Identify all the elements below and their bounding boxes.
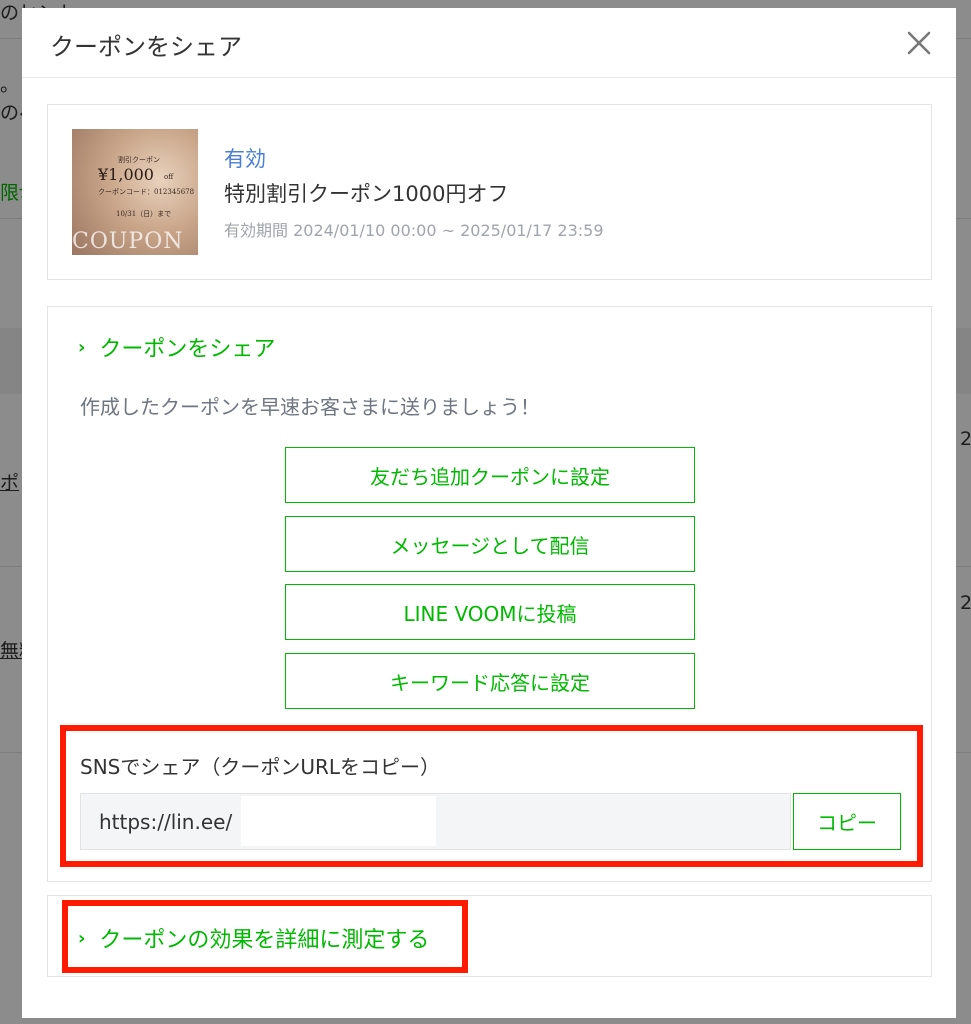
redacted-url-mask [241,796,436,846]
close-icon [907,31,931,55]
close-button[interactable] [900,24,938,62]
thumb-watermark: COUPON [72,229,184,254]
measure-effect-link[interactable]: › クーポンの効果を詳細に測定する [78,922,429,954]
post-voom-button[interactable]: LINE VOOMに投稿 [285,584,695,640]
measure-section: › クーポンの効果を詳細に測定する [47,895,932,977]
share-section-heading[interactable]: › クーポンをシェア [78,331,275,363]
measure-link-label: クーポンの効果を詳細に測定する [99,928,430,953]
keyword-response-button[interactable]: キーワード応答に設定 [285,653,695,709]
copy-button[interactable]: コピー [793,793,901,850]
chevron-right-icon: › [78,336,86,358]
chevron-right-icon: › [78,927,86,949]
share-coupon-modal: クーポンをシェア 割引クーポン ¥1,000 off クーポンコード：01234… [22,8,956,1018]
thumb-code: クーポンコード：012345678 [98,188,195,196]
thumb-until: 10/31（日）まで [116,210,172,218]
send-message-button[interactable]: メッセージとして配信 [285,516,695,572]
share-heading-label: クーポンをシェア [99,337,276,362]
thumb-label: 割引クーポン [118,156,160,164]
coupon-name: 特別割引クーポン1000円オフ [224,182,509,206]
share-description: 作成したクーポンを早速お客さまに送りましょう！ [80,395,540,419]
sns-share-label: SNSでシェア（クーポンURLをコピー） [80,755,441,779]
thumb-unit: off [164,173,174,181]
share-section: › クーポンをシェア 作成したクーポンを早速お客さまに送りましょう！ 友だち追加… [47,306,932,882]
coupon-url-value: https://lin.ee/ [99,809,233,834]
coupon-card: 割引クーポン ¥1,000 off クーポンコード：012345678 10/3… [47,104,932,280]
friend-coupon-button[interactable]: 友だち追加クーポンに設定 [285,447,695,503]
coupon-url-field[interactable]: https://lin.ee/ [80,793,791,850]
thumb-price: ¥1,000 [98,165,154,184]
modal-title: クーポンをシェア [50,33,242,61]
coupon-thumbnail: 割引クーポン ¥1,000 off クーポンコード：012345678 10/3… [72,129,198,255]
coupon-period: 有効期間 2024/01/10 00:00 ~ 2025/01/17 23:59 [224,221,604,240]
status-badge: 有効 [224,147,266,171]
modal-header: クーポンをシェア [22,8,956,78]
